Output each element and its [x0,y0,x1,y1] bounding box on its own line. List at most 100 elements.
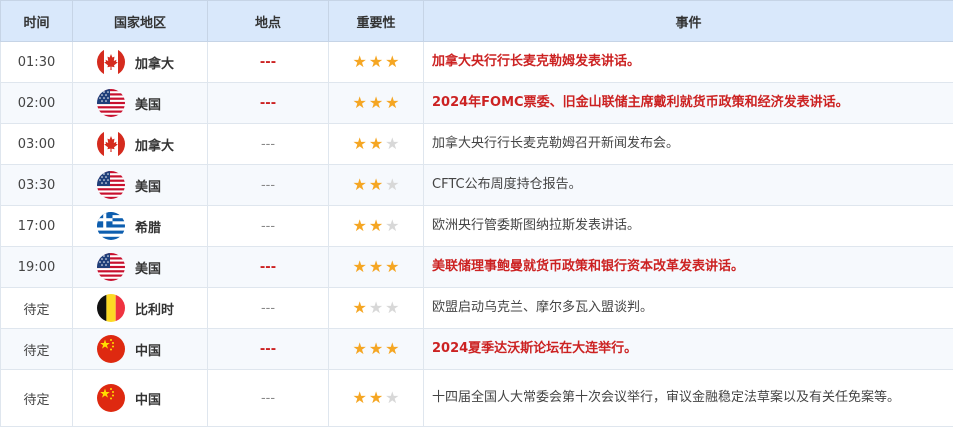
importance-cell: ★ ★ ★ [328,369,424,427]
country-name: 中国 [135,392,162,408]
event-time: 待定 [0,287,73,329]
location-cell: --- [207,328,329,370]
country-cell: 希腊 [72,205,208,247]
importance-cell: ★ ★ ★ [328,41,424,83]
belgium-flag-icon [97,294,125,322]
event-description: 十四届全国人大常委会第十次会议举行，审议金融稳定法草案以及有关任免案等。 [432,390,901,405]
star-filled-icon: ★ [352,215,367,235]
event-time: 待定 [0,328,73,370]
event-location: --- [260,177,276,193]
location-cell: --- [207,164,329,206]
country-cell: 中国 [72,328,208,370]
event-location: --- [260,218,276,234]
event-description: 加拿大央行行长麦克勒姆发表讲话。 [432,54,641,69]
event-cell: 加拿大央行行长麦克勒姆发表讲话。 [423,41,953,83]
country-cell: 美国 [72,246,208,288]
star-filled-icon: ★ [352,387,367,407]
country-cell: 中国 [72,369,208,427]
event-location: --- [260,300,276,316]
table-row: 02:00 美国 --- ★ ★ ★ 2024年FOMC票委、旧金山联储主席戴利就货币政策… [0,82,953,124]
table-row: 待定 中国 --- ★ ★ ★ 十四届全国人大常委会第十次会议举行，审议金融稳定法草案以及… [0,369,953,427]
star-filled-icon: ★ [352,51,367,71]
event-cell: 欧洲央行管委斯图纳拉斯发表讲话。 [423,205,953,247]
header-country: 国家地区 [72,0,208,42]
importance-rating: ★ ★ ★ [352,51,400,71]
event-description: 2024年FOMC票委、旧金山联储主席戴利就货币政策和经济发表讲话。 [432,95,849,110]
importance-cell: ★ ★ ★ [328,82,424,124]
usa-flag-icon [97,253,125,281]
header-time: 时间 [0,0,73,42]
country-name: 希腊 [135,220,162,236]
table-row: 01:30 加拿大 --- ★ ★ ★ 加拿大央行行长麦克勒姆发表讲话。 [0,41,953,83]
canada-flag-icon [97,48,125,76]
importance-rating: ★ ★ ★ [352,297,400,317]
star-filled-icon: ★ [368,133,384,153]
star-empty-icon: ★ [385,215,400,235]
importance-cell: ★ ★ ★ [328,287,424,329]
star-empty-icon: ★ [385,297,400,317]
table-row: 03:00 加拿大 --- ★ ★ ★ 加拿大央行行长麦克勒姆召开新闻发布会。 [0,123,953,165]
location-cell: --- [207,123,329,165]
country-cell: 加拿大 [72,123,208,165]
country-name: 中国 [135,343,162,359]
star-filled-icon: ★ [368,387,384,407]
event-description: CFTC公布周度持仓报告。 [432,177,582,192]
event-cell: 加拿大央行行长麦克勒姆召开新闻发布会。 [423,123,953,165]
importance-cell: ★ ★ ★ [328,328,424,370]
location-cell: --- [207,82,329,124]
header-event: 事件 [423,0,953,42]
star-filled-icon: ★ [385,338,400,358]
china-flag-icon [97,335,125,363]
star-filled-icon: ★ [352,174,367,194]
country-name: 美国 [135,179,162,195]
star-filled-icon: ★ [385,51,400,71]
country-cell: 比利时 [72,287,208,329]
event-description: 欧洲央行管委斯图纳拉斯发表讲话。 [432,218,641,233]
star-filled-icon: ★ [385,92,400,112]
star-filled-icon: ★ [368,215,384,235]
greece-flag-icon [97,212,125,240]
importance-rating: ★ ★ ★ [352,133,400,153]
event-time: 03:30 [0,164,73,206]
importance-cell: ★ ★ ★ [328,205,424,247]
location-cell: --- [207,205,329,247]
star-filled-icon: ★ [368,92,384,112]
importance-rating: ★ ★ ★ [352,387,400,407]
usa-flag-icon [97,89,125,117]
event-cell: 2024夏季达沃斯论坛在大连举行。 [423,328,953,370]
star-filled-icon: ★ [352,92,367,112]
importance-rating: ★ ★ ★ [352,215,400,235]
event-time: 03:00 [0,123,73,165]
table-row: 03:30 美国 --- ★ ★ ★ CFTC公布周度持仓报告。 [0,164,953,206]
table-row: 17:00 希腊 --- ★ ★ ★ 欧洲央行管委斯图纳拉斯发表讲话。 [0,205,953,247]
table-row: 待定 比利时 --- ★ ★ ★ 欧盟启动乌克兰、摩尔多瓦入盟谈判。 [0,287,953,329]
event-description: 2024夏季达沃斯论坛在大连举行。 [432,341,638,356]
event-time: 17:00 [0,205,73,247]
event-time: 待定 [0,369,73,427]
economic-calendar-table: 时间 国家地区 地点 重要性 事件 01:30 加拿大 --- ★ ★ ★ 加拿大央行行长… [0,0,953,427]
event-description: 美联储理事鲍曼就货币政策和银行资本改革发表讲话。 [432,259,745,274]
event-location: --- [260,136,276,152]
event-location: --- [259,259,277,275]
canada-flag-icon [97,130,125,158]
country-name: 加拿大 [135,138,175,154]
country-name: 比利时 [135,302,175,318]
importance-cell: ★ ★ ★ [328,164,424,206]
location-cell: --- [207,287,329,329]
importance-rating: ★ ★ ★ [352,258,399,275]
header-location: 地点 [207,0,329,42]
event-cell: 十四届全国人大常委会第十次会议举行，审议金融稳定法草案以及有关任免案等。 [423,369,953,427]
star-empty-icon: ★ [385,387,400,407]
location-cell: --- [207,246,329,288]
importance-cell: ★ ★ ★ [328,246,424,288]
header-importance: 重要性 [328,0,424,42]
event-description: 欧盟启动乌克兰、摩尔多瓦入盟谈判。 [432,300,654,315]
star-empty-icon: ★ [385,133,400,153]
event-cell: CFTC公布周度持仓报告。 [423,164,953,206]
country-cell: 美国 [72,164,208,206]
event-time: 19:00 [0,246,73,288]
usa-flag-icon [97,171,125,199]
country-cell: 美国 [72,82,208,124]
event-time: 02:00 [0,82,73,124]
country-name: 美国 [135,97,162,113]
